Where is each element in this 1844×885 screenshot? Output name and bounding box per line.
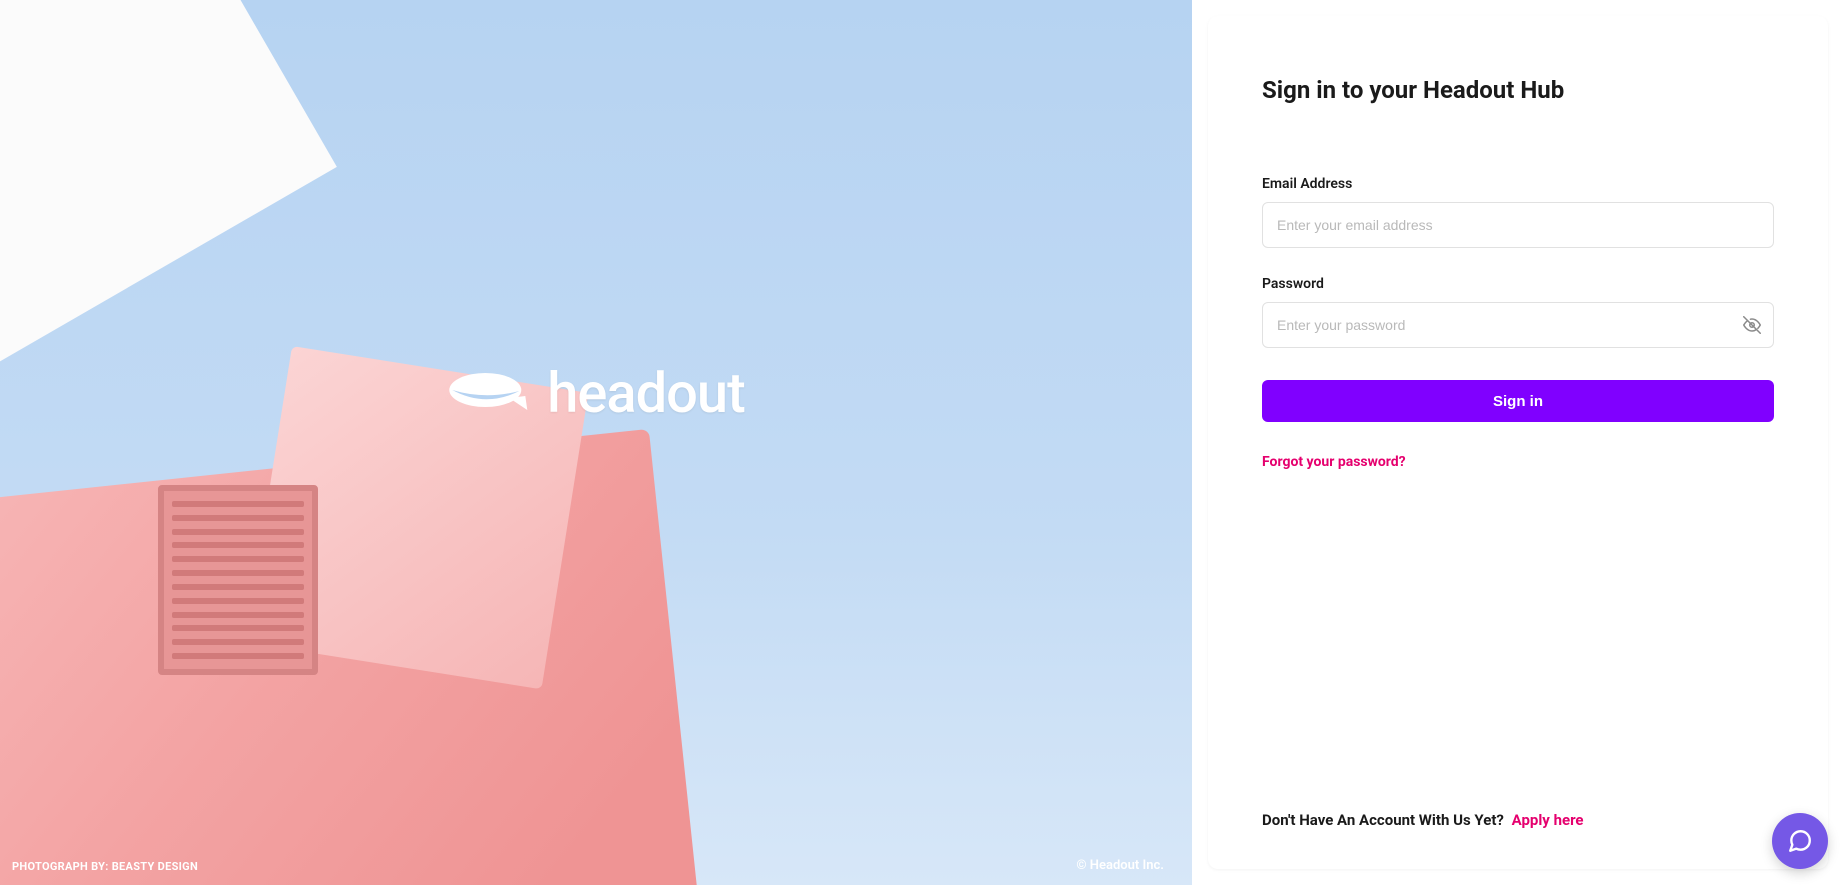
decor-vent xyxy=(158,485,318,675)
brand-name: headout xyxy=(547,360,744,426)
password-field-group: Password xyxy=(1262,276,1774,348)
hero-section: headout PHOTOGRAPH BY: BEASTY DESIGN © H… xyxy=(0,0,1192,885)
email-label: Email Address xyxy=(1262,176,1774,192)
copyright: © Headout Inc. xyxy=(1076,858,1164,873)
page-title: Sign in to your Headout Hub xyxy=(1262,76,1774,104)
photo-credit: PHOTOGRAPH BY: BEASTY DESIGN xyxy=(12,860,198,873)
eye-off-icon[interactable] xyxy=(1742,315,1762,335)
decor-building xyxy=(0,429,707,885)
password-label: Password xyxy=(1262,276,1774,292)
decor-triangle xyxy=(0,0,337,377)
signup-prompt: Don't Have An Account With Us Yet? xyxy=(1262,811,1504,829)
forgot-password-link[interactable]: Forgot your password? xyxy=(1262,454,1774,470)
signin-panel: Sign in to your Headout Hub Email Addres… xyxy=(1208,16,1828,869)
email-input[interactable] xyxy=(1262,202,1774,248)
chat-button[interactable] xyxy=(1772,813,1828,869)
signup-cta: Don't Have An Account With Us Yet? Apply… xyxy=(1262,811,1774,829)
signin-button[interactable]: Sign in xyxy=(1262,380,1774,422)
email-field-group: Email Address xyxy=(1262,176,1774,248)
chat-icon xyxy=(1787,828,1813,854)
blimp-icon xyxy=(447,370,529,416)
apply-here-link[interactable]: Apply here xyxy=(1512,811,1584,829)
password-input[interactable] xyxy=(1262,302,1774,348)
brand-logo: headout xyxy=(447,360,744,426)
